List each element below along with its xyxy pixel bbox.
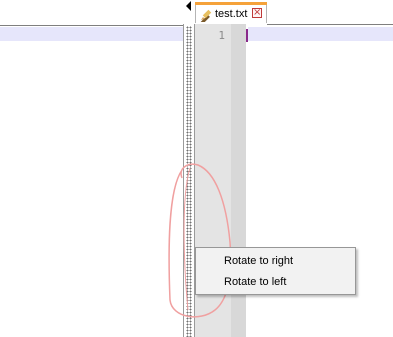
pencil-icon (200, 9, 212, 22)
text-caret (246, 29, 248, 42)
left-pane-current-line-highlight (0, 27, 183, 41)
hand-drawn-annotation-circle (168, 163, 232, 318)
context-menu: Rotate to right Rotate to left (195, 247, 356, 295)
close-icon[interactable]: × (252, 8, 262, 18)
active-tab-indicator (195, 2, 267, 5)
current-line-highlight (248, 27, 393, 41)
left-pane-header-line (0, 25, 183, 26)
right-pane-header-line (267, 24, 393, 25)
tab-label: test.txt (215, 8, 248, 20)
line-number: 1 (218, 29, 225, 42)
menu-item-rotate-left[interactable]: Rotate to left (196, 272, 355, 292)
tab-test-txt[interactable]: test.txt × (195, 2, 267, 23)
tab-scroll-left-arrow-icon[interactable] (186, 1, 191, 11)
menu-item-rotate-right[interactable]: Rotate to right (196, 251, 355, 271)
